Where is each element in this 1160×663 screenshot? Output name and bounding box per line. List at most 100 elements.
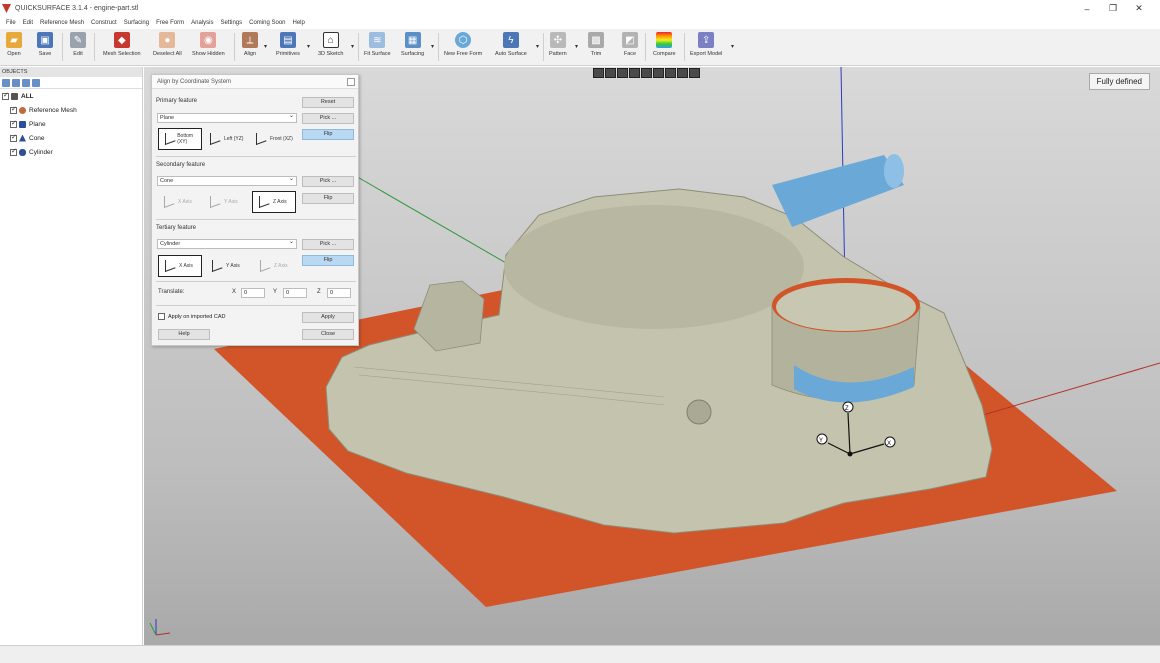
view-front-icon[interactable] (605, 68, 616, 78)
3d-sketch-button[interactable]: ⌂ 3D Sketch (318, 32, 343, 57)
tertiary-feature-select[interactable]: Cylinder (157, 238, 297, 249)
secondary-feature-select[interactable]: Cone (157, 175, 297, 186)
translate-x-input[interactable]: 0 (241, 288, 265, 298)
dialog-close-icon[interactable] (347, 78, 355, 86)
menu-coming-soon[interactable]: Coming Soon (249, 20, 285, 26)
menu-construct[interactable]: Construct (91, 20, 117, 26)
secondary-pick-button[interactable]: Pick ... (302, 176, 354, 187)
view-iso-icon[interactable] (593, 68, 604, 78)
view-fit-icon[interactable] (677, 68, 688, 78)
primary-axis-left[interactable]: Left (YZ) (204, 128, 248, 150)
secondary-axis-x[interactable]: X Axis (158, 191, 202, 213)
open-button[interactable]: ▰ Open (6, 32, 22, 57)
app-logo-icon (2, 4, 11, 13)
mesh-selection-button[interactable]: ◆ Mesh Selection (103, 32, 141, 57)
view-right-icon[interactable] (641, 68, 652, 78)
axis-icon (162, 132, 174, 146)
menu-surfacing[interactable]: Surfacing (124, 20, 149, 26)
tertiary-axis-z[interactable]: Z Axis (254, 255, 298, 277)
view-left-icon[interactable] (629, 68, 640, 78)
auto-surface-button[interactable]: ϟ Auto Surface (495, 32, 527, 57)
tree-checkbox-all[interactable] (2, 91, 9, 100)
tree-view-icon[interactable] (12, 78, 20, 87)
deselect-all-button[interactable]: ● Deselect All (153, 32, 182, 57)
new-free-form-button[interactable]: ⬡ New Free Form (444, 32, 482, 57)
fit-surface-button[interactable]: ≋ Fit Surface (364, 32, 391, 57)
tree-checkbox[interactable] (10, 119, 17, 128)
toolbar-separator (645, 33, 646, 61)
reset-button[interactable]: Reset (302, 97, 354, 108)
primary-axis-front[interactable]: Front (XZ) (250, 128, 294, 150)
secondary-feature-label: Secondary feature (156, 162, 206, 168)
translate-y-input[interactable]: 0 (283, 288, 307, 298)
menu-reference-mesh[interactable]: Reference Mesh (40, 20, 84, 26)
compare-button[interactable]: Compare (653, 32, 676, 57)
auto-surface-dropdown-arrow[interactable]: ▾ (536, 43, 539, 50)
menu-settings[interactable]: Settings (220, 20, 242, 26)
secondary-axis-z[interactable]: Z Axis (252, 191, 296, 213)
pattern-dropdown-arrow[interactable]: ▾ (575, 43, 578, 50)
floppy-disk-icon: ▣ (37, 32, 53, 48)
tree-item-cone[interactable]: Cone (0, 131, 142, 145)
axis-icon (209, 259, 223, 273)
primary-flip-button[interactable]: Flip (302, 129, 354, 140)
primary-pick-button[interactable]: Pick ... (302, 113, 354, 124)
menu-file[interactable]: File (6, 20, 16, 26)
secondary-flip-button[interactable]: Flip (302, 193, 354, 204)
tertiary-axis-x[interactable]: X Axis (158, 255, 202, 277)
view-back-icon[interactable] (617, 68, 628, 78)
toolbar-separator (94, 33, 95, 61)
help-button[interactable]: Help (158, 329, 210, 340)
lightning-icon: ϟ (502, 32, 519, 48)
surfacing-button[interactable]: ▦ Surfacing (401, 32, 424, 57)
view-bottom-icon[interactable] (665, 68, 676, 78)
dialog-close-button[interactable]: Close (302, 329, 354, 340)
primary-axis-bottom[interactable]: Bottom (XY) (158, 128, 202, 150)
pattern-button[interactable]: ✣ Pattern (549, 32, 567, 57)
edit-button[interactable]: ✎ Edit (70, 32, 86, 57)
tree-checkbox[interactable] (10, 133, 17, 142)
tree-item-plane[interactable]: Plane (0, 117, 142, 131)
expand-icon[interactable] (22, 78, 30, 87)
tertiary-pick-button[interactable]: Pick ... (302, 239, 354, 250)
align-dropdown-arrow[interactable]: ▾ (264, 43, 267, 50)
minimize-button[interactable]: – (1074, 4, 1100, 14)
list-view-icon[interactable] (2, 78, 10, 87)
primary-feature-select[interactable]: Plane (157, 112, 297, 123)
filter-icon[interactable] (32, 78, 40, 87)
axis-icon (207, 195, 221, 209)
secondary-axis-y[interactable]: Y Axis (204, 191, 248, 213)
face-button[interactable]: ◩ Face (622, 32, 638, 57)
translate-z-input[interactable]: 0 (327, 288, 351, 298)
menu-free-form[interactable]: Free Form (156, 20, 184, 26)
close-button[interactable]: ✕ (1126, 3, 1152, 14)
tree-checkbox[interactable] (10, 147, 17, 156)
tree-item-cylinder[interactable]: Cylinder (0, 145, 142, 159)
apply-on-cad-checkbox[interactable] (158, 313, 165, 320)
export-model-button[interactable]: ⇪ Export Model (690, 32, 722, 57)
trim-button[interactable]: ▩ Trim (588, 32, 604, 57)
apply-button[interactable]: Apply (302, 312, 354, 323)
group-icon (11, 92, 18, 100)
tertiary-axis-y[interactable]: Y Axis (206, 255, 250, 277)
align-button[interactable]: ⟂ Align (242, 32, 258, 57)
menu-edit[interactable]: Edit (23, 20, 33, 26)
show-hidden-button[interactable]: ◉ Show Hidden (192, 32, 225, 57)
surfacing-dropdown-arrow[interactable]: ▾ (431, 43, 434, 50)
view-shading-icon[interactable] (689, 68, 700, 78)
fitted-cylinder-top[interactable] (772, 155, 904, 227)
tree-item-reference-mesh[interactable]: Reference Mesh (0, 103, 142, 117)
tertiary-flip-button[interactable]: Flip (302, 255, 354, 266)
tree-checkbox[interactable] (10, 105, 17, 114)
apply-on-cad-option[interactable]: Apply on imported CAD (158, 313, 225, 320)
primitives-dropdown-arrow[interactable]: ▾ (307, 43, 310, 50)
maximize-button[interactable]: ❐ (1100, 3, 1126, 14)
export-dropdown-arrow[interactable]: ▾ (731, 43, 734, 50)
menu-analysis[interactable]: Analysis (191, 20, 213, 26)
sketch-dropdown-arrow[interactable]: ▾ (351, 43, 354, 50)
tree-item-all[interactable]: ALL (0, 89, 142, 103)
primitives-button[interactable]: ▤ Primitives (276, 32, 300, 57)
view-top-icon[interactable] (653, 68, 664, 78)
menu-help[interactable]: Help (293, 20, 305, 26)
save-button[interactable]: ▣ Save (37, 32, 53, 57)
